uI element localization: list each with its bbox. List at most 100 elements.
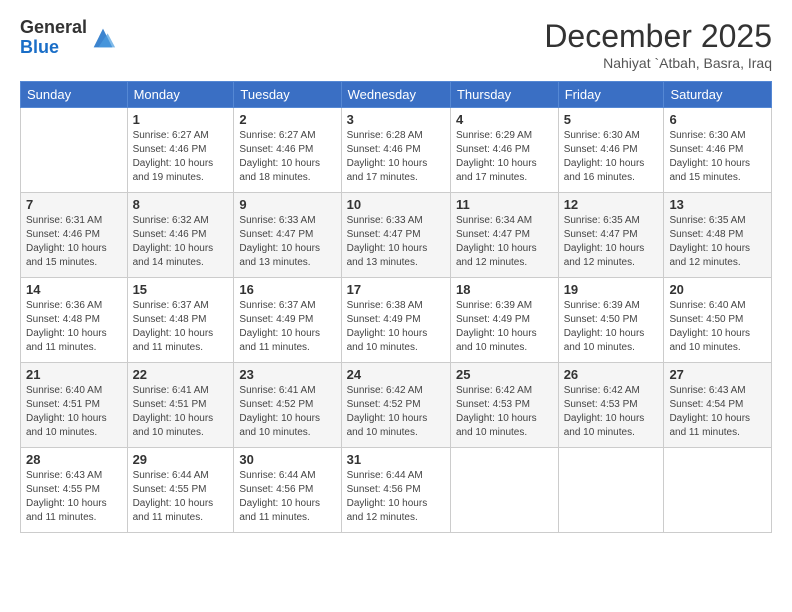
table-row: 9Sunrise: 6:33 AM Sunset: 4:47 PM Daylig… [234,193,341,278]
table-row: 19Sunrise: 6:39 AM Sunset: 4:50 PM Dayli… [558,278,664,363]
day-number: 17 [347,282,445,297]
day-number: 21 [26,367,122,382]
day-info: Sunrise: 6:39 AM Sunset: 4:49 PM Dayligh… [456,299,553,355]
table-row: 23 Sunrise: 6:41 AM Sunset: 4:52 PM Dayli… [234,363,341,448]
day-info: Sunrise: 6:27 AM Sunset: 4:46 PM Dayligh… [133,129,229,185]
day-number: 10 [347,197,445,212]
table-row [450,448,558,533]
table-row: 2 Sunrise: 6:27 AM Sunset: 4:46 PM Daylig… [234,108,341,193]
day-info: Sunrise: 6:40 AM Sunset: 4:50 PM Dayligh… [669,299,766,355]
table-row: 27 Sunrise: 6:43 AM Sunset: 4:54 PM Dayli… [664,363,772,448]
table-row: 20 Sunrise: 6:40 AM Sunset: 4:50 PM Dayli… [664,278,772,363]
table-row: 10 Sunrise: 6:33 AM Sunset: 4:47 PM Dayli… [341,193,450,278]
calendar-week-row: 21Sunrise: 6:40 AM Sunset: 4:51 PM Dayli… [21,363,772,448]
table-row: 31 Sunrise: 6:44 AM Sunset: 4:56 PM Dayli… [341,448,450,533]
day-info: Sunrise: 6:44 AM Sunset: 4:56 PM Dayligh… [239,469,335,525]
logo-blue: Blue [20,38,87,58]
day-info: Sunrise: 6:34 AM Sunset: 4:47 PM Dayligh… [456,214,553,270]
day-info: Sunrise: 6:35 AM Sunset: 4:47 PM Dayligh… [564,214,659,270]
day-number: 14 [26,282,122,297]
title-area: December 2025 Nahiyat `Atbah, Basra, Ira… [544,18,772,71]
logo-icon [89,24,117,52]
day-info: Sunrise: 6:30 AM Sunset: 4:46 PM Dayligh… [669,129,766,185]
day-number: 20 [669,282,766,297]
table-row: 21Sunrise: 6:40 AM Sunset: 4:51 PM Dayli… [21,363,128,448]
day-number: 8 [133,197,229,212]
table-row: 11 Sunrise: 6:34 AM Sunset: 4:47 PM Dayli… [450,193,558,278]
table-row: 25 Sunrise: 6:42 AM Sunset: 4:53 PM Dayli… [450,363,558,448]
day-number: 7 [26,197,122,212]
page: General Blue December 2025 Nahiyat `Atba… [0,0,792,612]
calendar-week-row: 7 Sunrise: 6:31 AM Sunset: 4:46 PM Daylig… [21,193,772,278]
day-number: 26 [564,367,659,382]
table-row: 14 Sunrise: 6:36 AM Sunset: 4:48 PM Dayli… [21,278,128,363]
day-number: 2 [239,112,335,127]
table-row: 30Sunrise: 6:44 AM Sunset: 4:56 PM Dayli… [234,448,341,533]
calendar-week-row: 1 Sunrise: 6:27 AM Sunset: 4:46 PM Daylig… [21,108,772,193]
day-info: Sunrise: 6:38 AM Sunset: 4:49 PM Dayligh… [347,299,445,355]
day-info: Sunrise: 6:44 AM Sunset: 4:56 PM Dayligh… [347,469,445,525]
day-number: 15 [133,282,229,297]
day-info: Sunrise: 6:27 AM Sunset: 4:46 PM Dayligh… [239,129,335,185]
logo: General Blue [20,18,117,58]
table-row: 24Sunrise: 6:42 AM Sunset: 4:52 PM Dayli… [341,363,450,448]
day-info: Sunrise: 6:36 AM Sunset: 4:48 PM Dayligh… [26,299,122,355]
table-row: 16Sunrise: 6:37 AM Sunset: 4:49 PM Dayli… [234,278,341,363]
month-title: December 2025 [544,18,772,55]
table-row: 4Sunrise: 6:29 AM Sunset: 4:46 PM Daylig… [450,108,558,193]
col-wednesday: Wednesday [341,82,450,108]
day-info: Sunrise: 6:42 AM Sunset: 4:53 PM Dayligh… [456,384,553,440]
day-info: Sunrise: 6:42 AM Sunset: 4:52 PM Dayligh… [347,384,445,440]
day-info: Sunrise: 6:41 AM Sunset: 4:51 PM Dayligh… [133,384,229,440]
day-number: 27 [669,367,766,382]
day-number: 19 [564,282,659,297]
day-number: 23 [239,367,335,382]
day-info: Sunrise: 6:37 AM Sunset: 4:48 PM Dayligh… [133,299,229,355]
col-thursday: Thursday [450,82,558,108]
table-row [21,108,128,193]
table-row: 13 Sunrise: 6:35 AM Sunset: 4:48 PM Dayli… [664,193,772,278]
day-number: 13 [669,197,766,212]
day-info: Sunrise: 6:28 AM Sunset: 4:46 PM Dayligh… [347,129,445,185]
day-info: Sunrise: 6:37 AM Sunset: 4:49 PM Dayligh… [239,299,335,355]
day-info: Sunrise: 6:30 AM Sunset: 4:46 PM Dayligh… [564,129,659,185]
day-info: Sunrise: 6:43 AM Sunset: 4:55 PM Dayligh… [26,469,122,525]
day-number: 22 [133,367,229,382]
day-info: Sunrise: 6:41 AM Sunset: 4:52 PM Dayligh… [239,384,335,440]
logo-text: General Blue [20,18,87,58]
table-row: 1 Sunrise: 6:27 AM Sunset: 4:46 PM Daylig… [127,108,234,193]
calendar-week-row: 28 Sunrise: 6:43 AM Sunset: 4:55 PM Dayli… [21,448,772,533]
day-info: Sunrise: 6:29 AM Sunset: 4:46 PM Dayligh… [456,129,553,185]
day-number: 25 [456,367,553,382]
calendar-header-row: Sunday Monday Tuesday Wednesday Thursday… [21,82,772,108]
day-info: Sunrise: 6:35 AM Sunset: 4:48 PM Dayligh… [669,214,766,270]
calendar: Sunday Monday Tuesday Wednesday Thursday… [20,81,772,533]
table-row: 8 Sunrise: 6:32 AM Sunset: 4:46 PM Daylig… [127,193,234,278]
table-row: 5Sunrise: 6:30 AM Sunset: 4:46 PM Daylig… [558,108,664,193]
day-info: Sunrise: 6:42 AM Sunset: 4:53 PM Dayligh… [564,384,659,440]
location: Nahiyat `Atbah, Basra, Iraq [544,55,772,71]
col-saturday: Saturday [664,82,772,108]
day-number: 29 [133,452,229,467]
table-row: 7 Sunrise: 6:31 AM Sunset: 4:46 PM Daylig… [21,193,128,278]
day-number: 12 [564,197,659,212]
table-row: 17 Sunrise: 6:38 AM Sunset: 4:49 PM Dayli… [341,278,450,363]
calendar-week-row: 14 Sunrise: 6:36 AM Sunset: 4:48 PM Dayli… [21,278,772,363]
day-info: Sunrise: 6:33 AM Sunset: 4:47 PM Dayligh… [347,214,445,270]
day-info: Sunrise: 6:32 AM Sunset: 4:46 PM Dayligh… [133,214,229,270]
table-row: 6Sunrise: 6:30 AM Sunset: 4:46 PM Daylig… [664,108,772,193]
day-number: 11 [456,197,553,212]
table-row: 15 Sunrise: 6:37 AM Sunset: 4:48 PM Dayli… [127,278,234,363]
day-info: Sunrise: 6:31 AM Sunset: 4:46 PM Dayligh… [26,214,122,270]
table-row [664,448,772,533]
table-row: 29Sunrise: 6:44 AM Sunset: 4:55 PM Dayli… [127,448,234,533]
day-number: 28 [26,452,122,467]
day-info: Sunrise: 6:43 AM Sunset: 4:54 PM Dayligh… [669,384,766,440]
day-number: 31 [347,452,445,467]
day-number: 1 [133,112,229,127]
day-info: Sunrise: 6:33 AM Sunset: 4:47 PM Dayligh… [239,214,335,270]
table-row: 28 Sunrise: 6:43 AM Sunset: 4:55 PM Dayli… [21,448,128,533]
table-row: 3Sunrise: 6:28 AM Sunset: 4:46 PM Daylig… [341,108,450,193]
logo-general: General [20,18,87,38]
col-friday: Friday [558,82,664,108]
